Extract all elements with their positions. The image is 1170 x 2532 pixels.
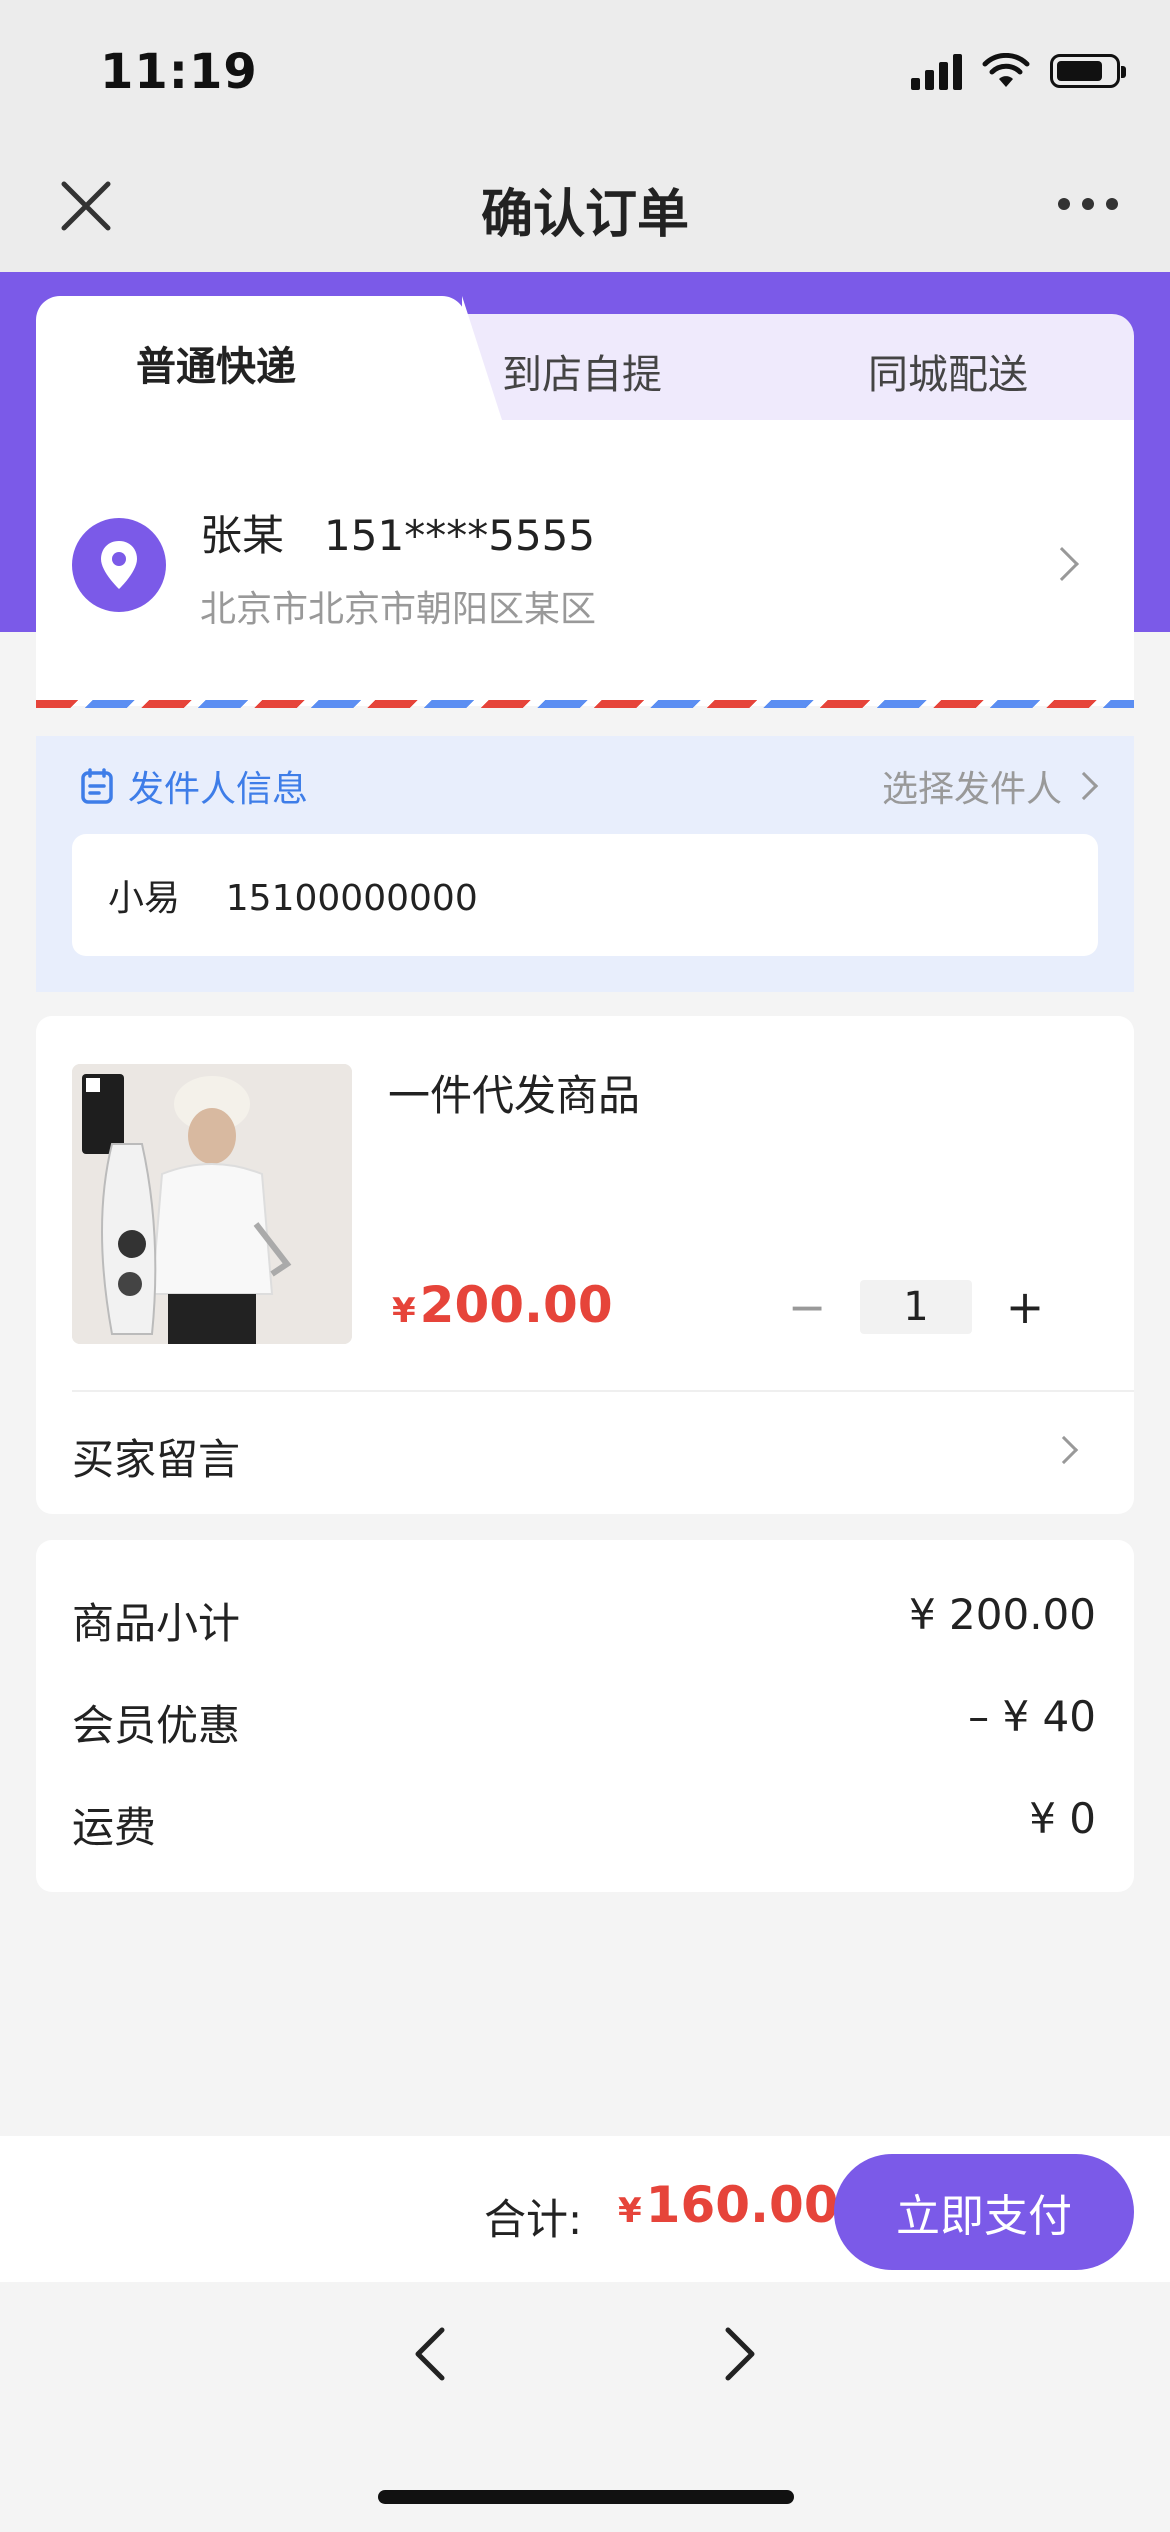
battery-icon <box>1050 54 1126 88</box>
product-image[interactable] <box>72 1064 352 1344</box>
status-time: 11:19 <box>100 44 258 100</box>
product-title: 一件代发商品 <box>388 1071 641 1120</box>
divider <box>72 1390 1134 1392</box>
subtotal-value: ¥ 200.00 <box>908 1590 1096 1639</box>
sender-field[interactable]: 小易 15100000000 <box>72 834 1098 956</box>
quantity-input[interactable]: 1 <box>860 1280 972 1334</box>
quantity-stepper: − 1 + <box>772 1280 1060 1334</box>
back-icon[interactable] <box>404 2324 464 2384</box>
airmail-stripe <box>36 700 1134 708</box>
select-sender-text: 选择发件人 <box>881 769 1062 810</box>
total-amount-value: 160.00 <box>645 2176 839 2234</box>
increase-button[interactable]: + <box>990 1280 1060 1334</box>
wifi-icon <box>982 53 1030 87</box>
status-icons <box>911 52 1126 90</box>
location-pin-icon <box>72 518 166 612</box>
home-indicator[interactable] <box>378 2490 794 2504</box>
shipping-label: 运费 <box>72 1803 157 1852</box>
sender-info-label: 发件人信息 <box>80 760 308 812</box>
buyer-message-label[interactable]: 买家留言 <box>72 1426 240 1487</box>
decrease-button[interactable]: − <box>772 1280 842 1334</box>
tab-express[interactable]: 普通快递 <box>136 334 296 392</box>
tab-local-delivery[interactable]: 同城配送 <box>868 342 1028 400</box>
member-discount-value: – ¥ 40 <box>968 1692 1096 1741</box>
select-sender-link[interactable]: 选择发件人 <box>881 760 1099 812</box>
currency-symbol: ¥ <box>618 2191 642 2231</box>
total-amount: ¥160.00 <box>618 2176 839 2234</box>
product-price: ¥200.00 <box>392 1276 613 1334</box>
address-name-phone: 张某 151****5555 <box>200 511 596 560</box>
page-title: 确认订单 <box>480 185 689 245</box>
forward-icon[interactable] <box>706 2324 766 2384</box>
address-detail: 北京市北京市朝阳区某区 <box>200 589 597 630</box>
sender-info-text: 发件人信息 <box>128 769 309 810</box>
tab-store-pickup[interactable]: 到店自提 <box>502 342 662 400</box>
pay-now-button[interactable]: 立即支付 <box>834 2154 1134 2270</box>
shipping-value: ¥ 0 <box>1029 1794 1096 1843</box>
more-icon[interactable] <box>1058 198 1118 210</box>
total-label: 合计: <box>484 2195 583 2244</box>
currency-symbol: ¥ <box>392 1291 416 1331</box>
sender-card-icon <box>81 768 113 804</box>
product-price-value: 200.00 <box>419 1276 613 1334</box>
signal-icon <box>911 52 962 90</box>
subtotal-label: 商品小计 <box>72 1599 241 1648</box>
member-discount-label: 会员优惠 <box>72 1701 241 1750</box>
address-card[interactable] <box>36 420 1134 706</box>
chevron-right-icon <box>1069 771 1099 801</box>
